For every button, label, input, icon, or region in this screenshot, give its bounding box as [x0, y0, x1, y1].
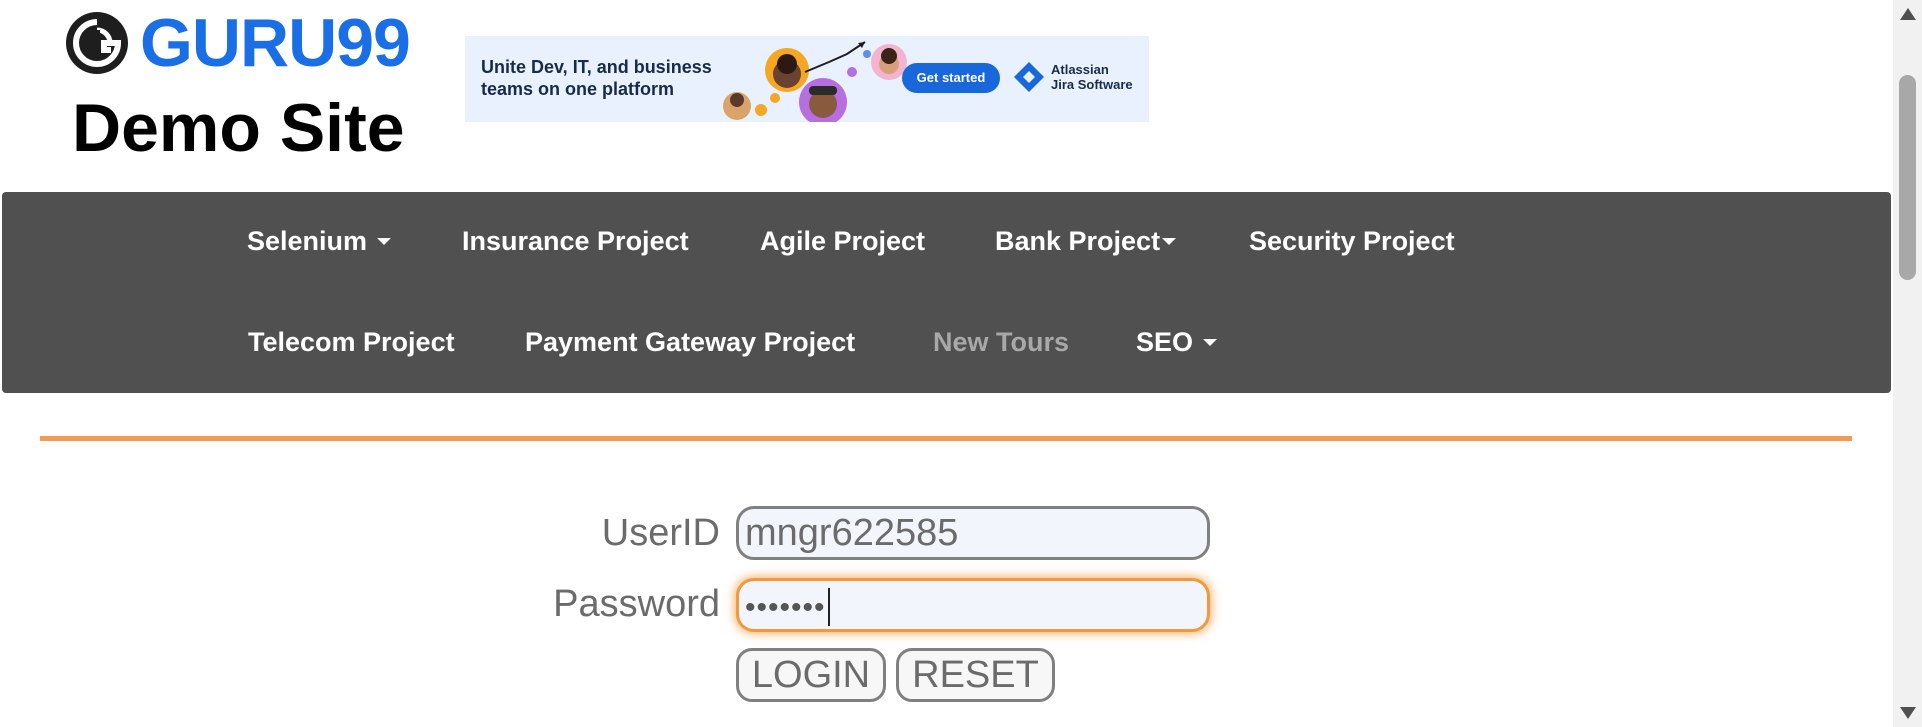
nav-seo[interactable]: SEO — [1136, 325, 1218, 359]
logo-brand-text: GURU99 — [140, 5, 411, 81]
chevron-down-icon — [1162, 238, 1177, 246]
login-button[interactable]: LOGIN — [736, 648, 886, 702]
nav-agile-project[interactable]: Agile Project — [760, 224, 925, 258]
guru99-logo-icon — [66, 12, 128, 74]
nav-insurance-project[interactable]: Insurance Project — [462, 224, 689, 258]
nav-selenium-label: Selenium — [247, 226, 368, 256]
orange-divider — [40, 436, 1852, 441]
site-logo[interactable]: GURU99 Demo Site — [60, 5, 411, 166]
nav-seo-label: SEO — [1136, 327, 1194, 357]
nav-payment-gateway-project[interactable]: Payment Gateway Project — [525, 325, 855, 359]
jira-diamond-icon — [1014, 62, 1044, 92]
nav-bank-project-label: Bank Project — [995, 226, 1161, 256]
main-navbar: Selenium Insurance Project Agile Project… — [2, 192, 1891, 393]
ad-headline: Unite Dev, IT, and business teams on one… — [481, 57, 712, 99]
nav-telecom-project[interactable]: Telecom Project — [248, 325, 455, 359]
atlassian-jira-logo: Atlassian Jira Software — [1013, 61, 1133, 93]
scrollbar-thumb[interactable] — [1899, 75, 1916, 280]
text-cursor — [827, 587, 830, 626]
reset-button[interactable]: RESET — [896, 648, 1055, 702]
jira-vendor-line1: Atlassian — [1051, 62, 1109, 77]
scroll-down-arrow-icon[interactable] — [1900, 707, 1916, 719]
password-input[interactable]: ••••••• — [736, 578, 1210, 632]
ad-banner[interactable]: Unite Dev, IT, and business teams on one… — [465, 36, 1149, 122]
nav-new-tours[interactable]: New Tours — [933, 325, 1069, 359]
get-started-button[interactable]: Get started — [902, 63, 1000, 93]
password-masked-value: ••••••• — [745, 591, 826, 624]
userid-value: mngr622585 — [745, 512, 959, 554]
site-subtitle: Demo Site — [72, 90, 405, 166]
nav-security-project[interactable]: Security Project — [1249, 224, 1455, 258]
nav-bank-project[interactable]: Bank Project — [995, 224, 1177, 258]
chevron-down-icon — [1203, 339, 1218, 347]
jira-text: Atlassian Jira Software — [1051, 62, 1133, 92]
nav-selenium[interactable]: Selenium — [247, 224, 392, 258]
page: GURU99 Demo Site Unite Dev, IT, and busi… — [0, 0, 1922, 727]
vertical-scrollbar[interactable] — [1893, 0, 1922, 727]
chevron-down-icon — [377, 238, 392, 246]
userid-input[interactable]: mngr622585 — [736, 506, 1210, 560]
scroll-up-arrow-icon[interactable] — [1900, 8, 1916, 20]
password-label: Password — [553, 583, 720, 625]
jira-vendor-line2: Jira Software — [1051, 77, 1133, 92]
userid-label: UserID — [601, 512, 720, 554]
logo-row: GURU99 — [64, 5, 411, 81]
